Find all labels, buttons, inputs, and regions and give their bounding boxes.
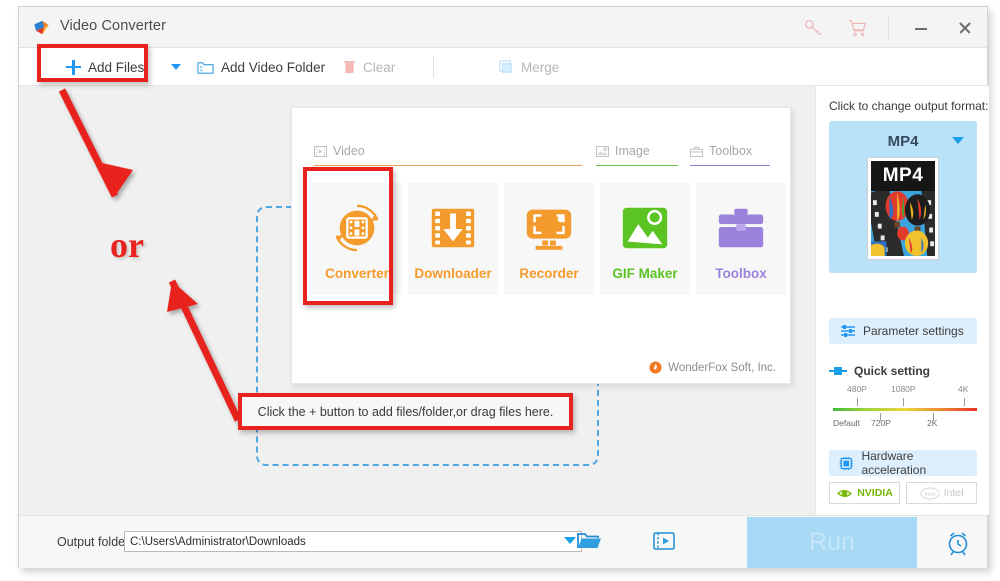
add-files-button[interactable]: Add Files (66, 48, 144, 86)
app-root: Video Converter Add Files Add Video Fold… (0, 0, 1000, 581)
wonderfox-brand-label: WonderFox Soft, Inc. (668, 361, 776, 374)
format-thumbnail-label: MP4 (871, 161, 935, 191)
quick-setting-label: Quick setting (854, 364, 931, 378)
wonderfox-brand: WonderFox Soft, Inc. (649, 361, 776, 374)
plus-icon (66, 59, 81, 75)
module-toolbox-label: Toolbox (715, 266, 767, 281)
gpu-intel-label: Intel (943, 487, 964, 499)
wonderfox-logo-icon (34, 20, 49, 35)
minimize-button[interactable] (904, 16, 938, 40)
quick-setting-header: Quick setting (829, 364, 930, 378)
format-prompt-label: Click to change output format: (829, 99, 989, 113)
module-gif-maker-label: GIF Maker (612, 266, 678, 281)
slider-handle-icon (829, 366, 847, 376)
app-title: Video Converter (60, 18, 167, 34)
module-list: Converter Downloader Recorder GIF Maker … (312, 183, 786, 295)
trash-icon (343, 60, 356, 73)
nvidia-eye-icon (837, 489, 853, 497)
cart-icon[interactable] (846, 17, 868, 39)
application-window: Video Converter Add Files Add Video Fold… (18, 6, 989, 568)
quality-label-720p: 720P (871, 418, 891, 428)
tab-toolbox[interactable]: Toolbox (690, 145, 770, 166)
hardware-acceleration-label: Hardware acceleration (861, 449, 927, 477)
caret-down-icon (171, 64, 181, 70)
module-converter-label: Converter (325, 266, 389, 281)
close-button[interactable] (947, 16, 981, 40)
downloader-icon (431, 208, 475, 248)
gif-maker-icon (622, 207, 668, 249)
gpu-button-nvidia[interactable]: NVIDIA (829, 482, 900, 504)
quality-label-1080p: 1080P (891, 384, 916, 394)
tab-image[interactable]: Image (596, 145, 678, 166)
quality-slider-track[interactable] (833, 408, 977, 411)
clear-label: Clear (363, 59, 396, 75)
recorder-icon (526, 209, 572, 250)
run-button-label: Run (809, 528, 855, 556)
add-files-dropdown-button[interactable] (171, 48, 181, 86)
key-icon[interactable] (802, 17, 824, 39)
bottom-bar: Output folder: Run (19, 515, 987, 568)
open-folder-icon[interactable] (576, 530, 602, 552)
file-list-pane[interactable]: Video Image Toolbox Converter Downloader… (19, 86, 815, 515)
module-tabs: Video Image Toolbox (314, 145, 770, 173)
tab-toolbox-label: Toolbox (709, 144, 753, 158)
tab-video-label: Video (333, 144, 365, 158)
module-converter[interactable]: Converter (312, 183, 402, 295)
quality-label-2k: 2K (927, 418, 938, 428)
parameter-settings-label: Parameter settings (863, 324, 964, 338)
toolbox-icon (690, 146, 703, 157)
toolbox-big-icon (718, 208, 764, 248)
quality-label-default: Default (833, 418, 860, 428)
title-bar: Video Converter (19, 7, 987, 48)
add-video-folder-button[interactable]: Add Video Folder (197, 48, 325, 86)
run-button[interactable]: Run (747, 517, 917, 568)
output-folder-dropdown-icon[interactable] (564, 537, 576, 544)
alarm-clock-icon[interactable] (944, 529, 972, 557)
format-thumbnail: MP4 (867, 157, 939, 260)
merge-label: Merge (521, 59, 560, 75)
module-toolbox[interactable]: Toolbox (696, 183, 786, 295)
merge-squares-icon (499, 59, 512, 73)
folder-video-icon (197, 61, 214, 74)
tab-video[interactable]: Video (314, 145, 582, 166)
module-recorder-label: Recorder (519, 266, 579, 281)
gpu-button-intel[interactable]: intel Intel (906, 482, 977, 504)
converter-icon (335, 204, 379, 252)
tab-image-label: Image (615, 144, 650, 158)
module-gif-maker[interactable]: GIF Maker (600, 183, 690, 295)
output-format-selector[interactable]: MP4 MP4 (829, 121, 977, 273)
video-file-icon[interactable] (652, 530, 676, 552)
clear-button[interactable]: Clear (343, 48, 395, 86)
main-body: Video Image Toolbox Converter Downloader… (19, 86, 989, 515)
gpu-options: NVIDIA intel Intel (829, 482, 977, 504)
wonderfox-flame-icon (649, 361, 662, 374)
main-toolbar: Add Files Add Video Folder Clear Merge (19, 48, 987, 86)
module-selection-panel: Video Image Toolbox Converter Downloader… (291, 107, 791, 384)
image-icon (596, 145, 609, 157)
quality-label-4k: 4K (958, 384, 969, 394)
titlebar-divider (888, 15, 889, 40)
hardware-acceleration-button[interactable]: Hardware acceleration (829, 449, 977, 477)
caret-down-icon[interactable] (952, 137, 964, 144)
svg-text:intel: intel (924, 492, 935, 498)
quality-slider[interactable]: 480P 1080P 4K Default 720P 2K (833, 384, 977, 440)
output-folder-input[interactable] (124, 531, 582, 552)
module-downloader[interactable]: Downloader (408, 183, 498, 295)
output-folder-label: Output folder: (57, 535, 133, 549)
intel-logo-icon: intel (919, 487, 940, 499)
module-recorder[interactable]: Recorder (504, 183, 594, 295)
add-video-folder-label: Add Video Folder (221, 59, 326, 75)
merge-button[interactable]: Merge (499, 48, 559, 86)
cpu-chip-icon (839, 456, 853, 470)
gpu-nvidia-label: NVIDIA (857, 487, 893, 499)
sliders-icon (841, 325, 855, 337)
add-files-label: Add Files (88, 59, 145, 75)
quality-label-480p: 480P (847, 384, 867, 394)
toolbar-divider (433, 56, 434, 78)
video-frame-icon (314, 145, 327, 157)
output-settings-sidebar: Click to change output format: MP4 MP4 P… (815, 86, 989, 515)
parameter-settings-button[interactable]: Parameter settings (829, 318, 977, 344)
module-downloader-label: Downloader (414, 266, 492, 281)
